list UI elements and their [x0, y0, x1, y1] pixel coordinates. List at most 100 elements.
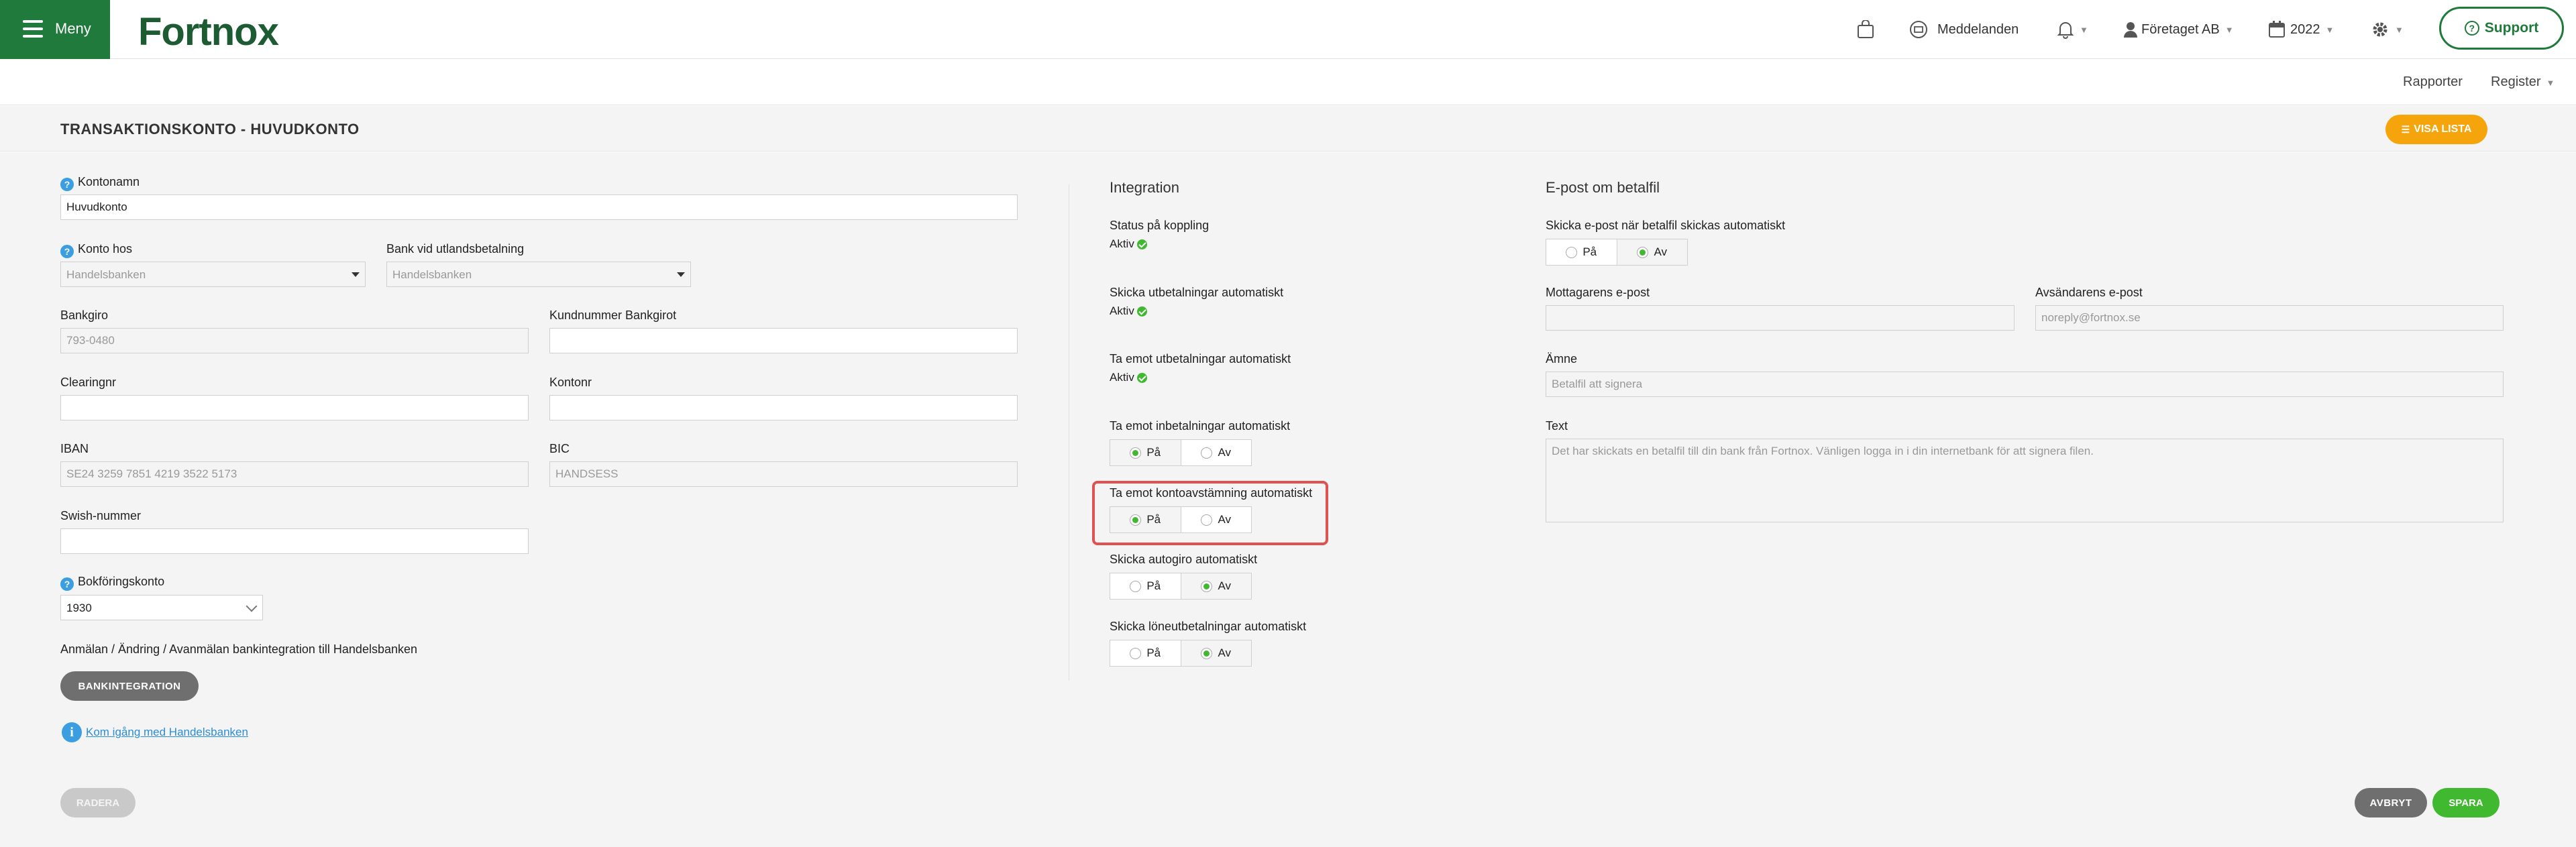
receive-reconciliation-label: Ta emot kontoavstämning automatiskt: [1110, 486, 1313, 500]
receive-deposits-toggle: På Av: [1110, 439, 1252, 466]
dropdown-arrow-icon: [352, 272, 360, 277]
bank-label: ? Konto hos: [60, 242, 132, 258]
send-salary-toggle: På Av: [1110, 640, 1252, 667]
connection-status-label: Status på koppling: [1110, 219, 1210, 232]
send-autogiro-off[interactable]: Av: [1180, 573, 1251, 599]
swish-input[interactable]: [60, 528, 529, 554]
bank-text: Konto hos: [78, 242, 133, 256]
bankgiro-input[interactable]: 793-0480: [60, 328, 529, 353]
email-title: E-post om betalfil: [1546, 179, 1660, 196]
cancel-button[interactable]: AVBRYT: [2355, 788, 2427, 817]
reports-link[interactable]: Rapporter: [2403, 74, 2463, 90]
support-label: Support: [2484, 20, 2539, 36]
off-label: Av: [1654, 245, 1668, 258]
radio-off-icon: [1130, 580, 1142, 592]
bell-icon: [2057, 22, 2074, 39]
on-label: På: [1146, 579, 1161, 592]
bookkeeping-account-value: 1930: [66, 602, 92, 614]
bookkeeping-account-select[interactable]: 1930: [60, 595, 263, 620]
bic-input[interactable]: HANDSESS: [549, 461, 1018, 487]
show-list-label: VISA LISTA: [2414, 123, 2472, 135]
info-icon: i: [62, 722, 82, 742]
bankgiro-label: Bankgiro: [60, 308, 109, 322]
register-label: Register: [2491, 74, 2541, 89]
foreign-bank-select-value: Handelsbanken: [392, 268, 472, 281]
sub-navigation: Rapporter Register ▼: [0, 60, 2576, 105]
text-label: Text: [1546, 419, 1568, 433]
support-button[interactable]: ? Support: [2439, 7, 2564, 50]
bank-integration-button[interactable]: BANKINTEGRATION: [60, 671, 199, 701]
on-label: På: [1146, 446, 1161, 459]
company-menu[interactable]: Företaget AB ▼: [2124, 19, 2234, 40]
foreign-bank-select[interactable]: Handelsbanken: [386, 262, 691, 287]
register-menu[interactable]: Register ▼: [2491, 74, 2555, 90]
shopping-bag-button[interactable]: [1857, 19, 1874, 40]
check-icon: [1136, 306, 1147, 317]
notifications-button[interactable]: ▼: [2057, 19, 2088, 40]
radio-off-icon: [1566, 246, 1578, 258]
sender-email-input[interactable]: noreply@fortnox.se: [2035, 305, 2504, 331]
radio-on-icon: [1130, 514, 1142, 526]
get-started-link[interactable]: Kom igång med Handelsbanken: [86, 726, 248, 739]
messages-icon: [1910, 21, 1927, 38]
clearing-input[interactable]: [60, 395, 529, 420]
send-salary-on[interactable]: På: [1110, 640, 1181, 666]
account-name-input[interactable]: Huvudkonto: [60, 194, 1018, 220]
iban-input[interactable]: SE24 3259 7851 4219 3522 5173: [60, 461, 529, 487]
send-email-label: Skicka e-post när betalfil skickas autom…: [1546, 219, 1786, 232]
bookkeeping-account-text: Bokföringskonto: [78, 575, 165, 588]
connection-status-value: Aktiv: [1110, 237, 1134, 250]
send-salary-label: Skicka löneutbetalningar automatiskt: [1110, 620, 1307, 633]
gear-icon: [2373, 22, 2387, 37]
receive-deposits-off[interactable]: Av: [1180, 440, 1252, 465]
text-area[interactable]: Det har skickats en betalfil till din ba…: [1546, 439, 2504, 522]
bookkeeping-account-label: ? Bokföringskonto: [60, 575, 164, 591]
send-autogiro-toggle: På Av: [1110, 573, 1252, 600]
fortnox-logo[interactable]: Fortnox: [138, 9, 279, 54]
send-email-toggle: På Av: [1546, 239, 1688, 266]
receive-reconciliation-off[interactable]: Av: [1180, 507, 1252, 532]
receive-deposits-on[interactable]: På: [1110, 440, 1181, 465]
receive-reconciliation-on[interactable]: På: [1110, 507, 1181, 532]
sender-email-label: Avsändarens e-post: [2035, 286, 2143, 299]
chevron-down-icon: [246, 600, 258, 612]
customer-number-input[interactable]: [549, 328, 1018, 353]
account-number-input[interactable]: [549, 395, 1018, 420]
year-label: 2022: [2290, 21, 2320, 37]
swish-label: Swish-nummer: [60, 509, 142, 522]
off-label: Av: [1218, 513, 1232, 526]
send-salary-off[interactable]: Av: [1180, 640, 1251, 666]
send-payments-value: Aktiv: [1110, 304, 1134, 317]
account-form: ? Kontonamn Huvudkonto ? Konto hos Handels…: [0, 152, 2576, 847]
year-menu[interactable]: 2022 ▼: [2269, 19, 2334, 40]
user-icon: [2124, 22, 2137, 38]
receive-payouts-value: Aktiv: [1110, 371, 1134, 384]
send-autogiro-on[interactable]: På: [1110, 573, 1181, 599]
delete-button[interactable]: RADERA: [60, 788, 136, 817]
send-payments-label: Skicka utbetalningar automatiskt: [1110, 286, 1284, 299]
send-payments-status: Aktiv: [1110, 304, 1147, 318]
help-icon[interactable]: ?: [60, 245, 74, 258]
send-email-off[interactable]: Av: [1616, 239, 1687, 265]
radio-on-icon: [1130, 447, 1142, 459]
subject-input[interactable]: Betalfil att signera: [1546, 372, 2504, 397]
radio-off-icon: [1201, 447, 1213, 459]
messages-label: Meddelanden: [1937, 21, 2019, 37]
chevron-down-icon: ▼: [2224, 24, 2234, 35]
show-list-button[interactable]: ☰ VISA LISTA: [2385, 115, 2487, 144]
help-icon[interactable]: ?: [60, 178, 74, 191]
help-icon[interactable]: ?: [60, 577, 74, 591]
messages-button[interactable]: Meddelanden: [1909, 19, 2019, 40]
hamburger-icon: [23, 20, 43, 38]
menu-button[interactable]: Meny: [0, 0, 110, 59]
save-button[interactable]: SPARA: [2432, 788, 2500, 817]
list-icon: ☰: [2401, 123, 2410, 135]
bank-select[interactable]: Handelsbanken: [60, 262, 366, 287]
settings-menu[interactable]: ▼: [2371, 19, 2404, 40]
recipient-email-input[interactable]: [1546, 305, 2015, 331]
integration-title: Integration: [1110, 179, 1179, 196]
foreign-bank-label: Bank vid utlandsbetalning: [386, 242, 525, 256]
clearing-label: Clearingnr: [60, 376, 117, 389]
send-email-on[interactable]: På: [1546, 239, 1617, 265]
chevron-down-icon: ▼: [2395, 24, 2404, 35]
